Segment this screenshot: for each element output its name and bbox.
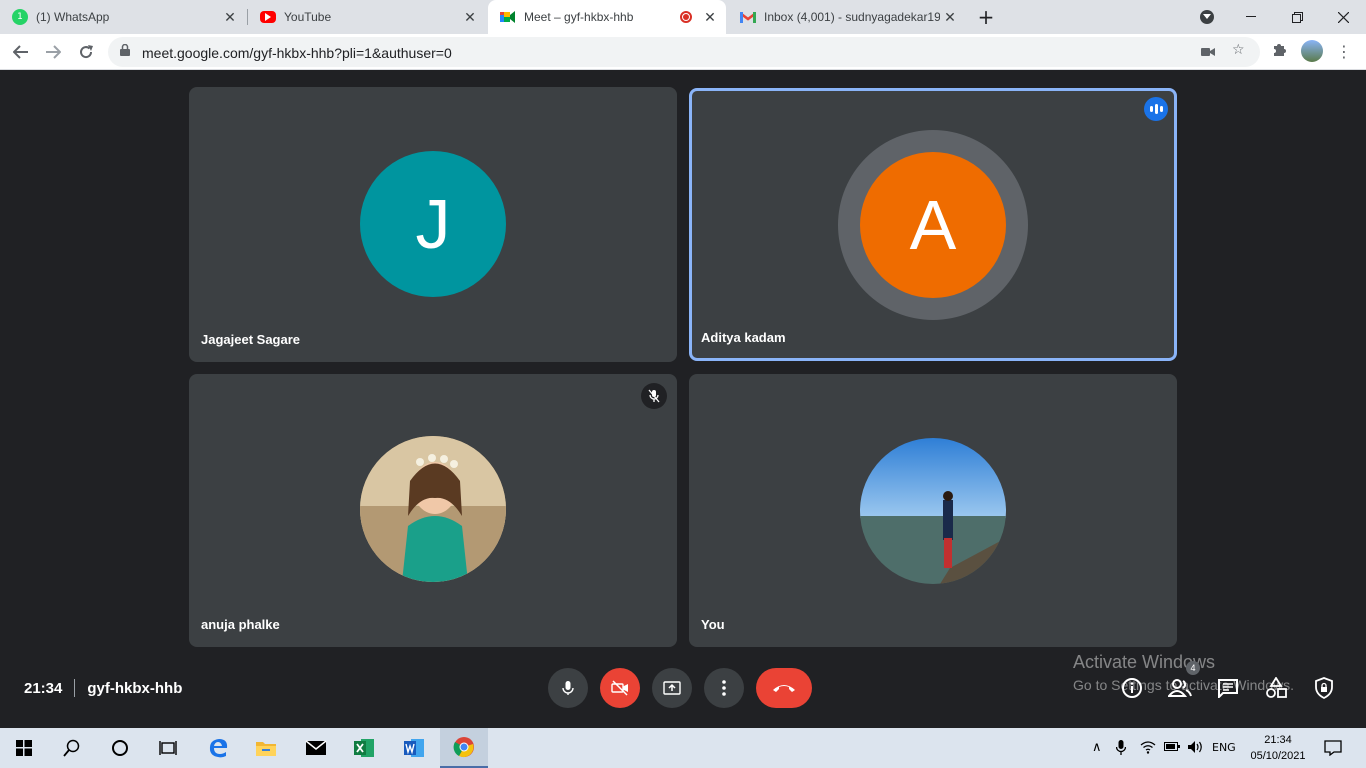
- people-icon: [1168, 679, 1192, 697]
- chat-icon: [1218, 679, 1238, 698]
- more-options-button[interactable]: [704, 668, 744, 708]
- divider: [74, 679, 76, 697]
- more-vert-icon: [722, 680, 726, 696]
- avatar: [360, 436, 506, 582]
- language-indicator[interactable]: ENG: [1212, 741, 1236, 754]
- speaking-indicator-icon: [1144, 97, 1168, 121]
- camera-off-button[interactable]: [600, 668, 640, 708]
- tab-close-icon[interactable]: ✕: [940, 9, 960, 26]
- file-explorer-icon[interactable]: [242, 728, 290, 768]
- camera-off-icon: [611, 680, 628, 696]
- tab-search-icon[interactable]: [1184, 0, 1230, 34]
- profile-avatar[interactable]: [1301, 40, 1323, 62]
- tab-gmail[interactable]: Inbox (4,001) - sudnyagadekar19 ✕: [728, 0, 966, 34]
- browser-toolbar: meet.google.com/gyf-hkbx-hhb?pli=1&authu…: [0, 34, 1366, 70]
- tab-title: Inbox (4,001) - sudnyagadekar19: [764, 10, 940, 24]
- tab-title: Meet – gyf-hkbx-hhb: [524, 10, 634, 24]
- activities-button[interactable]: [1264, 676, 1288, 700]
- extensions-icon[interactable]: [1272, 42, 1287, 61]
- tab-title: YouTube: [284, 10, 332, 24]
- clock-time: 21:34: [1264, 734, 1292, 746]
- meeting-time: 21:34: [24, 679, 63, 697]
- participant-name: You: [701, 617, 725, 632]
- participant-name: anuja phalke: [201, 617, 280, 632]
- windows-start-icon[interactable]: [0, 728, 48, 768]
- cortana-icon[interactable]: [96, 728, 144, 768]
- menu-kebab-icon[interactable]: ⋮: [1336, 42, 1352, 61]
- activities-icon: [1266, 677, 1287, 698]
- participant-tile[interactable]: anuja phalke: [189, 374, 677, 647]
- present-icon: [663, 681, 681, 695]
- address-bar[interactable]: meet.google.com/gyf-hkbx-hhb?pli=1&authu…: [108, 37, 1260, 67]
- star-icon[interactable]: ☆: [1232, 42, 1245, 58]
- gmail-icon: [740, 9, 756, 25]
- mic-off-icon: [641, 383, 667, 409]
- tab-close-icon[interactable]: ✕: [700, 9, 720, 26]
- participant-name: Aditya kadam: [701, 330, 786, 345]
- recording-icon: [680, 11, 692, 23]
- back-arrow-icon[interactable]: [7, 38, 35, 66]
- participant-tile[interactable]: J Jagajeet Sagare: [189, 87, 677, 362]
- meeting-details-button[interactable]: [1120, 676, 1144, 700]
- avatar: [860, 438, 1006, 584]
- people-button[interactable]: [1168, 676, 1192, 700]
- tab-whatsapp[interactable]: 1 (1) WhatsApp ✕: [0, 0, 246, 34]
- whatsapp-icon: 1: [12, 9, 28, 25]
- excel-icon[interactable]: [340, 728, 388, 768]
- close-window-button[interactable]: [1320, 0, 1366, 34]
- battery-icon[interactable]: [1164, 740, 1180, 756]
- tab-close-icon[interactable]: ✕: [220, 9, 240, 26]
- meet-main: J Jagajeet Sagare A Aditya kadam anuja p…: [0, 71, 1366, 728]
- tab-youtube[interactable]: YouTube ✕: [248, 0, 486, 34]
- watermark-title: Activate Windows: [1073, 652, 1216, 672]
- system-clock[interactable]: 21:34 05/10/2021: [1248, 732, 1308, 764]
- chrome-icon[interactable]: [440, 728, 488, 768]
- mic-button[interactable]: [548, 668, 588, 708]
- word-icon[interactable]: [390, 728, 438, 768]
- tab-title: (1) WhatsApp: [36, 10, 110, 24]
- participant-name: Jagajeet Sagare: [201, 332, 301, 347]
- show-hidden-icons[interactable]: ∧: [1092, 740, 1102, 755]
- microphone-icon[interactable]: [1115, 740, 1127, 760]
- search-icon[interactable]: [48, 728, 96, 768]
- meet-icon: [500, 9, 516, 25]
- meeting-info: 21:34 gyf-hkbx-hhb: [24, 679, 182, 697]
- notifications-icon[interactable]: [1324, 740, 1342, 760]
- host-controls-button[interactable]: [1312, 676, 1336, 700]
- volume-icon[interactable]: [1187, 740, 1205, 758]
- leave-call-button[interactable]: [756, 668, 812, 708]
- chat-button[interactable]: [1216, 676, 1240, 700]
- info-icon: [1122, 678, 1142, 698]
- shield-lock-icon: [1315, 677, 1333, 699]
- tab-meet[interactable]: Meet – gyf-hkbx-hhb ✕: [488, 0, 726, 34]
- forward-arrow-icon[interactable]: [39, 38, 67, 66]
- camera-icon[interactable]: [1201, 45, 1215, 61]
- windows-taskbar: ∧ ENG 21:34 05/10/2021: [0, 728, 1366, 768]
- minimize-button[interactable]: [1228, 0, 1274, 34]
- url-text: meet.google.com/gyf-hkbx-hhb?pli=1&authu…: [142, 45, 452, 61]
- task-view-icon[interactable]: [144, 728, 192, 768]
- meeting-code: gyf-hkbx-hhb: [87, 679, 183, 697]
- participant-count-badge: 4: [1186, 661, 1200, 675]
- restore-button[interactable]: [1274, 0, 1320, 34]
- reload-icon[interactable]: [72, 38, 100, 66]
- edge-icon[interactable]: [194, 728, 242, 768]
- present-screen-button[interactable]: [652, 668, 692, 708]
- avatar: J: [360, 151, 506, 297]
- participant-tile[interactable]: You: [689, 374, 1177, 647]
- mail-icon[interactable]: [292, 728, 340, 768]
- participant-tile[interactable]: A Aditya kadam: [689, 88, 1177, 361]
- wifi-icon[interactable]: [1140, 740, 1156, 758]
- new-tab-button[interactable]: +: [966, 0, 1006, 34]
- browser-tab-bar: 1 (1) WhatsApp ✕ YouTube ✕ Meet – gyf-hk…: [0, 0, 1366, 34]
- avatar: A: [860, 152, 1006, 298]
- tab-close-icon[interactable]: ✕: [460, 9, 480, 26]
- lock-icon: [120, 43, 130, 59]
- hangup-icon: [773, 685, 795, 692]
- youtube-icon: [260, 11, 276, 23]
- clock-date: 05/10/2021: [1250, 750, 1306, 762]
- mic-icon: [562, 681, 574, 695]
